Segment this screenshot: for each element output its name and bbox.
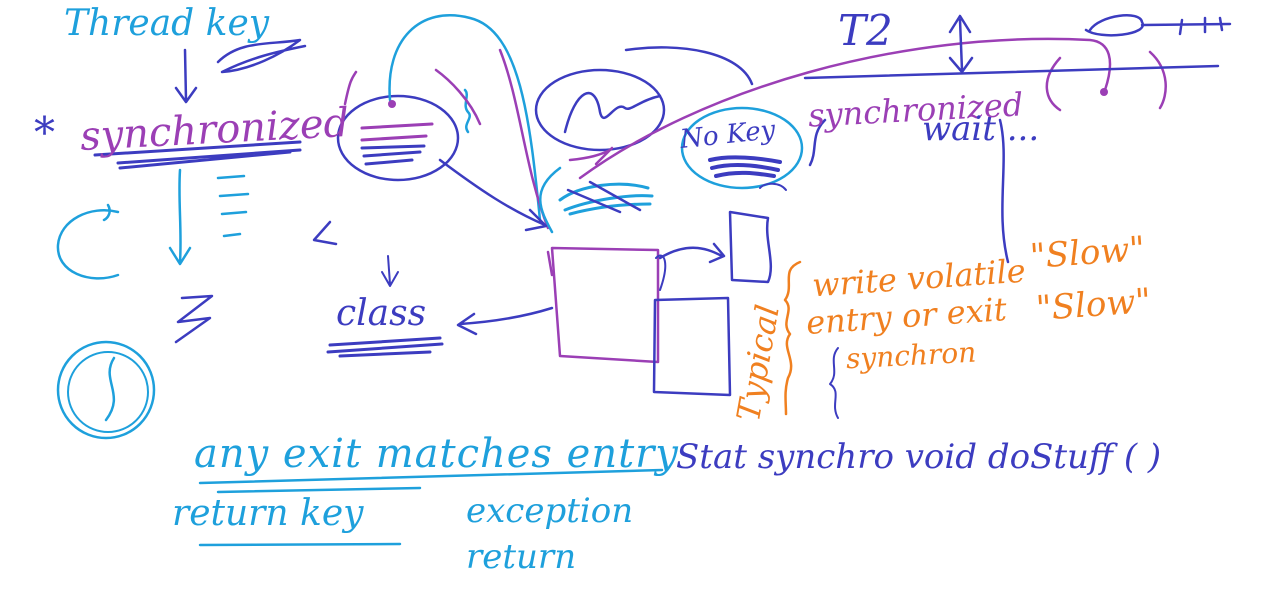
- note-synchron: synchron: [845, 335, 977, 376]
- lightning-mark: [174, 294, 214, 344]
- note-slow-2: "Slow": [1034, 281, 1153, 329]
- second-object-box: [652, 296, 732, 397]
- note-return-key: return key: [172, 493, 364, 534]
- note-thread-key: Thread key: [64, 3, 270, 44]
- object-box: [550, 246, 660, 364]
- key-scribble: [216, 38, 307, 74]
- arrow-down-to-synchronized: [174, 48, 198, 104]
- note-static-sync-method: Stat synchro void doStuff ( ): [676, 437, 1162, 477]
- note-asterisk: *: [34, 108, 55, 157]
- t2-timeline: [803, 64, 1220, 80]
- globe-circle-1: [56, 340, 156, 440]
- underline-class: [326, 336, 444, 358]
- note-slow-1: "Slow": [1028, 229, 1147, 277]
- refresh-c-shape: [56, 203, 120, 280]
- note-wait: wait ...: [922, 109, 1040, 149]
- note-t2: T2: [838, 6, 893, 55]
- note-class: class: [336, 293, 427, 334]
- note-exception: exception: [466, 491, 634, 531]
- whiteboard-canvas: Thread key * synchronized class T2 synch…: [0, 0, 1268, 590]
- note-any-exit-matches-entry: any exit matches entry: [194, 431, 679, 477]
- note-return: return: [466, 537, 577, 577]
